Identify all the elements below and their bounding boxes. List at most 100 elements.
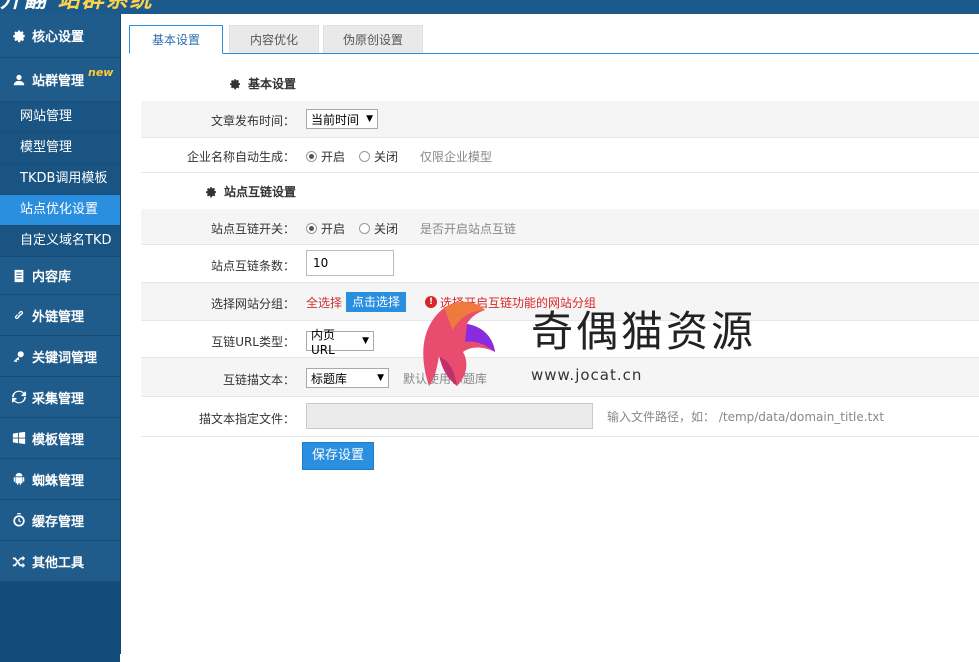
publish-time-select[interactable]: 当前时间 ▼: [306, 109, 378, 129]
document-icon: [12, 269, 26, 283]
site-group-warning: ! 选择开启互链功能的网站分组: [422, 294, 596, 311]
row-company-autogen: 企业名称自动生成： 开启 关闭 仅限企业模型: [141, 138, 979, 173]
subnav-item-site-optimization[interactable]: 站点优化设置: [0, 195, 120, 226]
interlink-on-radio[interactable]: 开启: [306, 220, 345, 237]
site-group-prefix: 全选择: [306, 295, 343, 310]
company-autogen-hint: 仅限企业模型: [420, 150, 493, 164]
radio-checked-icon: [306, 223, 317, 234]
nav-site-group-label: 站群管理: [32, 74, 85, 89]
interlink-on-label: 开启: [321, 222, 346, 236]
nav-collection[interactable]: 采集管理: [0, 377, 120, 418]
row-publish-time: 文章发布时间： 当前时间 ▼: [141, 101, 979, 138]
android-icon: [12, 472, 26, 486]
nav-keywords-label: 关键词管理: [32, 350, 98, 366]
anchor-file-input[interactable]: [306, 403, 593, 429]
company-autogen-label: 企业名称自动生成：: [186, 150, 295, 164]
company-autogen-on-radio[interactable]: 开启: [306, 148, 345, 165]
row-anchor-text: 互链描文本： 标题库 ▼ 默认使用标题库: [141, 358, 979, 397]
row-interlink-count: 站点互链条数： 10: [141, 245, 979, 283]
section-basic-title: 基本设置: [229, 75, 296, 92]
row-interlink-switch: 站点互链开关： 开启 关闭 是否开启站点互链: [141, 209, 979, 245]
main-content: 基本设置 内容优化 伪原创设置 基本设置 文章发布时间： 当前时间 ▼ 企业名称…: [121, 14, 979, 654]
anchor-file-label: 描文本指定文件：: [198, 412, 295, 426]
gear-icon: [12, 29, 26, 43]
shuffle-icon: [12, 554, 26, 568]
anchor-text-value: 标题库: [311, 371, 348, 386]
top-brand-bar: 开翻 站群系统: [0, 0, 979, 14]
user-icon: [12, 73, 26, 87]
interlink-off-label: 关闭: [374, 222, 399, 236]
nav-cache[interactable]: 缓存管理: [0, 500, 120, 541]
nav-templates[interactable]: 模板管理: [0, 418, 120, 459]
tab-basic-settings[interactable]: 基本设置: [129, 25, 223, 54]
stopwatch-icon: [12, 513, 26, 527]
tab-pseudo-original[interactable]: 伪原创设置: [323, 25, 423, 53]
refresh-icon: [12, 390, 26, 404]
url-type-value: 内页URL: [311, 327, 336, 357]
interlink-switch-label: 站点互链开关：: [210, 222, 295, 236]
nav-external-links[interactable]: 外链管理: [0, 295, 120, 336]
nav-collection-label: 采集管理: [32, 391, 85, 407]
anchor-text-hint: 默认使用标题库: [403, 371, 488, 386]
company-autogen-off-label: 关闭: [374, 150, 399, 164]
subnav-item-site-management[interactable]: 网站管理: [0, 102, 120, 133]
gear-icon: [230, 78, 240, 89]
brand-logo: 开翻 站群系统: [0, 0, 240, 13]
company-autogen-off-radio[interactable]: 关闭: [359, 148, 398, 165]
site-group-warning-text: 选择开启互链功能的网站分组: [440, 295, 597, 310]
caret-down-icon: ▼: [362, 336, 369, 346]
windows-icon: [12, 431, 26, 445]
tab-bar: 基本设置 内容优化 伪原创设置: [129, 25, 979, 54]
interlink-switch-hint: 是否开启站点互链: [420, 222, 517, 236]
nav-other-tools-label: 其他工具: [32, 555, 85, 571]
interlink-count-value: 10: [313, 256, 329, 270]
interlink-count-label: 站点互链条数：: [210, 259, 295, 273]
subnav-item-custom-domain-tkd[interactable]: 自定义域名TKD: [0, 226, 120, 257]
subnav: 网站管理 模型管理 TKDB调用模板 站点优化设置 自定义域名TKD: [0, 102, 120, 257]
subnav-item-model-management[interactable]: 模型管理: [0, 133, 120, 164]
url-type-label: 互链URL类型：: [211, 335, 295, 349]
nav-other-tools[interactable]: 其他工具: [0, 541, 120, 582]
nav-content-library[interactable]: 内容库: [0, 257, 120, 295]
publish-time-value: 当前时间: [311, 112, 360, 127]
radio-unchecked-icon: [359, 223, 371, 234]
tab-content-optimization[interactable]: 内容优化: [229, 25, 319, 53]
url-type-select[interactable]: 内页URL ▼: [306, 328, 374, 357]
warning-icon: !: [425, 296, 438, 308]
subnav-item-tkdb-template[interactable]: TKDB调用模板: [0, 164, 120, 195]
anchor-file-hint: 输入文件路径，如： /temp/data/domain_title.txt: [607, 409, 885, 424]
interlink-count-input[interactable]: 10: [306, 250, 394, 276]
nav-spider-label: 蜘蛛管理: [32, 473, 85, 489]
nav-spider[interactable]: 蜘蛛管理: [0, 459, 120, 500]
nav-templates-label: 模板管理: [32, 432, 85, 448]
sidebar-filler: [0, 582, 120, 662]
nav-site-group[interactable]: 站群管理 new: [0, 58, 120, 102]
nav-cache-label: 缓存管理: [32, 514, 85, 530]
new-badge: new: [88, 66, 114, 79]
row-anchor-file: 描文本指定文件： 输入文件路径，如： /temp/data/domain_tit…: [141, 397, 979, 437]
anchor-text-select[interactable]: 标题库 ▼: [306, 368, 389, 388]
company-autogen-on-label: 开启: [321, 150, 346, 164]
row-site-group: 选择网站分组： 全选择 点击选择 ! 选择开启互链功能的网站分组: [141, 283, 979, 321]
nav-keywords[interactable]: 关键词管理: [0, 336, 120, 377]
brand-logo-text-b: 站群系统: [57, 0, 154, 13]
gear-icon: [206, 186, 216, 197]
anchor-text-label: 互链描文本：: [222, 373, 295, 387]
link-icon: [12, 308, 26, 322]
nav-core-settings[interactable]: 核心设置: [0, 14, 120, 58]
sidebar: 核心设置 站群管理 new 网站管理 模型管理 TKDB调用模板 站点优化设置 …: [0, 14, 121, 662]
radio-checked-icon: [306, 151, 317, 162]
key-icon: [12, 349, 26, 363]
nav-core-settings-label: 核心设置: [32, 30, 85, 45]
section-interlink-title-text: 站点互链设置: [224, 185, 297, 199]
radio-unchecked-icon: [359, 151, 371, 162]
section-interlink-title: 站点互链设置: [205, 183, 296, 200]
nav-external-links-label: 外链管理: [32, 309, 85, 325]
brand-logo-text-a: 开翻: [0, 0, 58, 13]
nav-content-library-label: 内容库: [32, 270, 72, 285]
row-url-type: 互链URL类型： 内页URL ▼: [141, 321, 979, 358]
choose-group-button[interactable]: 点击选择: [346, 292, 407, 312]
save-settings-button[interactable]: 保存设置: [302, 442, 374, 470]
publish-time-label: 文章发布时间：: [210, 114, 295, 128]
interlink-off-radio[interactable]: 关闭: [359, 220, 398, 237]
